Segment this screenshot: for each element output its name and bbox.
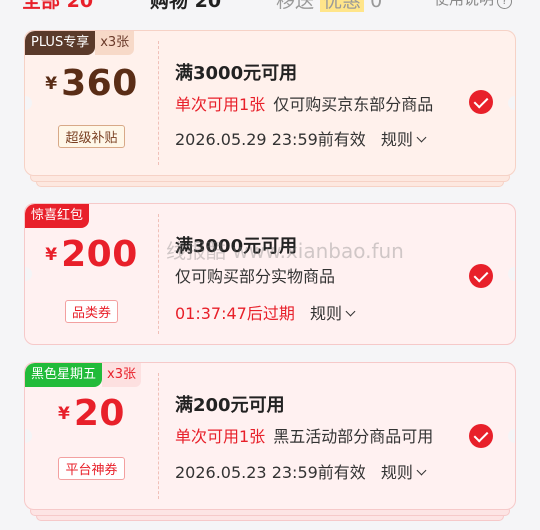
coupon-tag: 黑色星期五 [25, 363, 103, 387]
coupon-type-label: 平台神券 [58, 457, 125, 480]
coupon-usage-line: 仅可购买部分实物商品 [175, 263, 335, 287]
coupon-body: 黑色星期五 x3张 ¥20 平台神券 满200元可用 单次可用1张 黑五活动部分商… [24, 362, 516, 510]
coupon-countdown: 01:37:47后过期 [175, 304, 295, 323]
coupon-scope: 仅可购买京东部分商品 [273, 95, 434, 114]
coupon-body: 惊喜红包 ¥200 品类券 满3000元可用 仅可购买部分实物商品 01:37:… [24, 203, 516, 345]
amount-value: 20 [73, 393, 125, 434]
selected-checkmark-icon[interactable] [469, 424, 493, 448]
selected-checkmark-icon[interactable] [469, 264, 493, 288]
rules-button[interactable]: 规则 [380, 463, 427, 482]
coupon-threshold: 满3000元可用 [175, 236, 298, 257]
currency-symbol: ¥ [45, 245, 58, 265]
coupon-type-label: 品类券 [64, 300, 118, 323]
chevron-down-icon [416, 132, 427, 143]
coupon-expiry: 2026.05.29 23:59前有效 [175, 130, 366, 149]
coupon-tag-group: 惊喜红包 [25, 204, 90, 228]
usage-instructions-link[interactable]: 使用说明? [434, 0, 512, 9]
amount-value: 360 [61, 63, 138, 104]
coupon-amount: ¥20 [25, 393, 158, 434]
chevron-down-icon [345, 306, 356, 317]
coupon-usage-line: 单次可用1张 仅可购买京东部分商品 [175, 91, 433, 115]
coupon-card-surprise[interactable]: 惊喜红包 ¥200 品类券 满3000元可用 仅可购买部分实物商品 01:37:… [24, 203, 516, 345]
coupon-type-label: 超级补贴 [58, 125, 125, 148]
rules-button[interactable]: 规则 [309, 304, 356, 323]
ticket-notch-right [508, 429, 515, 443]
rules-label: 规则 [380, 130, 413, 149]
tab-shipping[interactable]: 移送 优惠 0 [276, 0, 382, 13]
coupon-body: PLUS专享 x3张 ¥360 超级补贴 满3000元可用 单次可用1张 仅可购买… [24, 30, 516, 176]
coupon-usage-line: 单次可用1张 黑五活动部分商品可用 [175, 423, 433, 447]
coupon-expiry-line: 2026.05.23 23:59前有效 规则 [175, 459, 427, 483]
coupon-type-badge: 超级补贴 [25, 125, 158, 148]
rules-label: 规则 [309, 304, 342, 323]
coupon-count-badge: x3张 [95, 31, 135, 55]
rules-button[interactable]: 规则 [380, 130, 427, 149]
currency-symbol: ¥ [45, 74, 58, 94]
coupon-type-badge: 平台神券 [25, 457, 158, 480]
coupon-threshold: 满3000元可用 [175, 63, 298, 84]
coupon-card-plus[interactable]: PLUS专享 x3张 ¥360 超级补贴 满3000元可用 单次可用1张 仅可购买… [24, 30, 516, 187]
coupon-count-badge: x3张 [102, 363, 141, 387]
tab-shipping-highlight: 优惠 [320, 0, 365, 12]
tab-shipping-count: 0 [370, 0, 383, 12]
currency-symbol: ¥ [58, 404, 70, 424]
ticket-divider [158, 373, 159, 499]
question-icon: ? [497, 0, 512, 9]
coupon-tag-group: 黑色星期五 x3张 [25, 363, 141, 387]
coupon-expiry: 2026.05.23 23:59前有效 [175, 463, 366, 482]
tab-shopping[interactable]: 购物 20 [150, 0, 221, 13]
tab-all[interactable]: 全部 20 [22, 0, 93, 13]
amount-value: 200 [61, 234, 138, 275]
coupon-scope: 黑五活动部分商品可用 [273, 427, 434, 446]
coupon-scope: 仅可购买部分实物商品 [175, 267, 336, 286]
rules-label: 规则 [380, 463, 413, 482]
coupon-threshold: 满200元可用 [175, 395, 285, 416]
coupon-tag-group: PLUS专享 x3张 [25, 31, 135, 55]
coupon-amount: ¥200 [25, 234, 158, 275]
usage-label: 使用说明 [434, 0, 494, 8]
ticket-divider [158, 214, 159, 334]
coupon-tag: 惊喜红包 [25, 204, 90, 228]
coupon-type-badge: 品类券 [25, 300, 158, 323]
coupon-card-black-friday[interactable]: 黑色星期五 x3张 ¥20 平台神券 满200元可用 单次可用1张 黑五活动部分商… [24, 362, 516, 522]
selected-checkmark-icon[interactable] [469, 90, 493, 114]
ticket-notch-right [508, 96, 515, 110]
chevron-down-icon [416, 465, 427, 476]
coupon-limit: 单次可用1张 [175, 427, 266, 446]
coupon-limit: 单次可用1张 [175, 95, 266, 114]
tab-shipping-label: 移送 [276, 0, 315, 12]
coupon-tag: PLUS专享 [25, 31, 96, 55]
ticket-notch-right [508, 267, 515, 281]
coupon-amount: ¥360 [25, 63, 158, 104]
ticket-divider [158, 41, 159, 165]
coupon-expiry-line: 2026.05.29 23:59前有效 规则 [175, 126, 427, 150]
coupon-countdown-line: 01:37:47后过期 规则 [175, 300, 356, 324]
